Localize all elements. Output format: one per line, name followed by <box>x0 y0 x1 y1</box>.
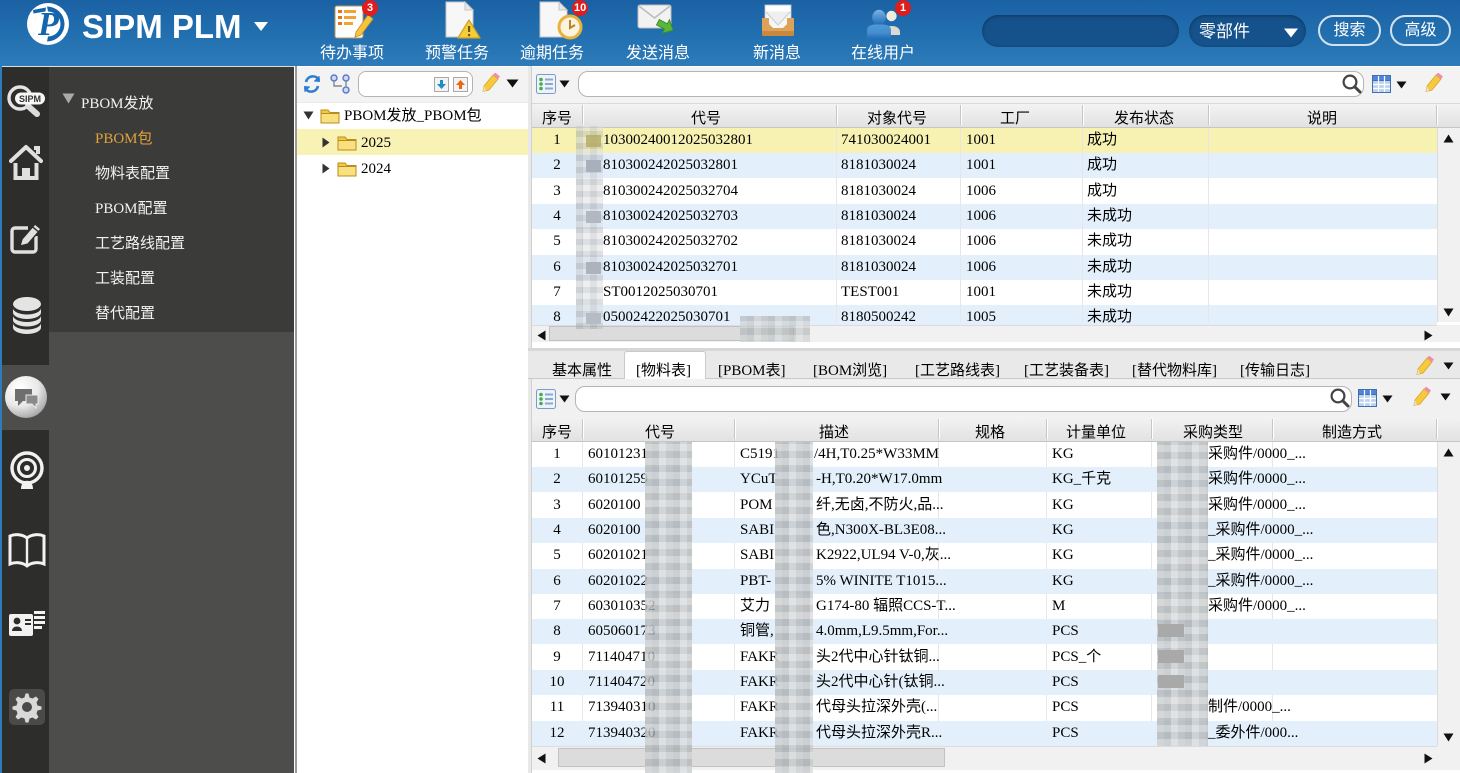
svg-text:SIPM: SIPM <box>19 94 41 104</box>
